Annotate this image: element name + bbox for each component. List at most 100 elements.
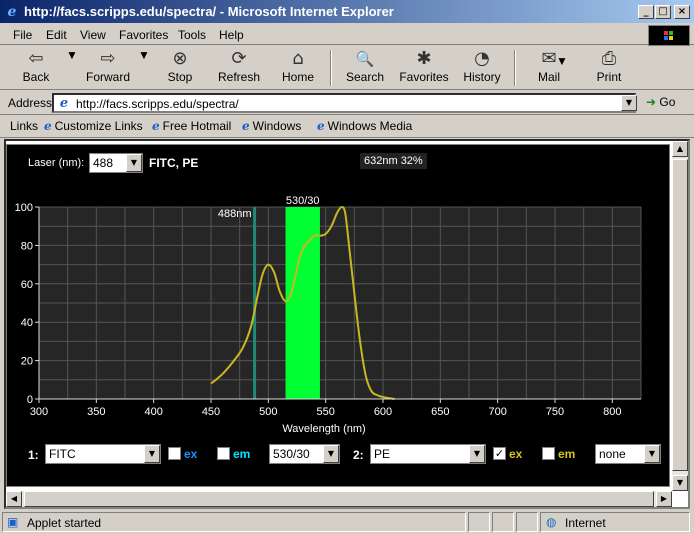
maximize-button[interactable]: □ [655, 5, 671, 19]
address-label: Address [8, 96, 53, 110]
status-pane [468, 512, 490, 532]
scroll-right-icon[interactable]: ▶ [656, 491, 672, 507]
go-button[interactable]: ➜ Go [646, 95, 675, 109]
vertical-scrollbar[interactable]: ▲ ▼ [672, 141, 688, 491]
toolbar: ⇦ Back ▼ ⇨ Forward ▼ ⊗ Stop ⟳ Refresh ⌂ … [0, 46, 694, 90]
stop-icon: ⊗ [172, 48, 188, 69]
chevron-down-icon[interactable]: ▼ [144, 445, 160, 463]
x-tick-label: 500 [259, 406, 277, 418]
chevron-down-icon[interactable]: ▼ [323, 445, 339, 463]
menu-favorites[interactable]: Favorites [119, 28, 168, 42]
slot2-ex-label: ex [509, 447, 523, 461]
links-label: Links [10, 119, 39, 133]
link-page-icon: e [44, 119, 52, 133]
x-tick-label: 550 [316, 406, 334, 418]
forward-button[interactable]: ⇨ Forward [78, 48, 138, 88]
address-input[interactable]: e http://facs.scripps.edu/spectra/ [52, 93, 636, 113]
toolbar-separator [514, 50, 516, 86]
mail-button[interactable]: ✉ Mail [519, 48, 579, 88]
stop-button[interactable]: ⊗ Stop [150, 48, 210, 88]
slot1-ex-checkbox[interactable] [168, 447, 181, 460]
status-text: Applet started [27, 516, 102, 530]
home-button[interactable]: ⌂ Home [268, 48, 328, 88]
y-tick-label: 80 [21, 240, 33, 252]
link-page-icon: e [152, 119, 160, 133]
back-dropdown-icon[interactable]: ▼ [66, 48, 78, 88]
zone-pane: ◍ Internet [540, 512, 690, 532]
address-dropdown-icon[interactable]: ▼ [621, 95, 637, 111]
slot2-dye-value: PE [374, 447, 391, 461]
horizontal-scrollbar[interactable]: ◀ ▶ [6, 491, 672, 507]
links-bar: Links e Customize Links e Free Hotmail e Wi… [0, 116, 694, 138]
close-button[interactable]: × [674, 5, 690, 19]
back-button[interactable]: ⇦ Back [6, 48, 66, 88]
mail-icon: ✉ [541, 48, 557, 69]
globe-icon: ◍ [546, 515, 557, 529]
favorites-button[interactable]: ✱ Favorites [394, 48, 454, 88]
print-label: Print [596, 70, 622, 84]
slot2-em-label: em [558, 447, 576, 461]
link-windows-media[interactable]: e Windows Media [317, 119, 412, 133]
x-tick-label: 700 [488, 406, 506, 418]
favorites-icon: ✱ [416, 48, 432, 69]
go-arrow-icon: ➜ [646, 95, 657, 109]
refresh-button[interactable]: ⟳ Refresh [209, 48, 269, 88]
spectra-applet: Laser (nm): 488 ▼ FITC, PE 632nm 32% 530… [6, 144, 670, 487]
history-button[interactable]: ◔ History [452, 48, 512, 88]
mail-dropdown-icon[interactable]: ▼ [556, 54, 568, 94]
y-tick-label: 20 [21, 356, 33, 368]
menu-tools[interactable]: Tools [178, 28, 206, 42]
slot1-dye-select[interactable]: FITC ▼ [45, 444, 161, 464]
laser-line-label: 488nm [218, 208, 252, 220]
search-label: Search [345, 70, 385, 84]
vertical-scroll-thumb[interactable] [672, 159, 688, 471]
scroll-up-icon[interactable]: ▲ [672, 141, 688, 157]
link-customize-links[interactable]: e Customize Links [44, 119, 143, 133]
filter1-select[interactable]: 530/30 ▼ [269, 444, 340, 464]
chevron-down-icon[interactable]: ▼ [469, 445, 485, 463]
scroll-down-icon[interactable]: ▼ [672, 475, 688, 491]
chevron-down-icon[interactable]: ▼ [644, 445, 660, 463]
y-tick-label: 40 [21, 317, 33, 329]
filter-band-label: 530/30 [286, 195, 320, 207]
back-arrow-icon: ⇦ [28, 48, 44, 69]
spectra-chart[interactable]: 530/30 488nm 300 350 400 450 500 550 600 650 700… [7, 145, 671, 435]
status-pane [492, 512, 514, 532]
applet-icon: ▣ [7, 515, 19, 529]
forward-dropdown-icon[interactable]: ▼ [138, 48, 150, 88]
scroll-left-icon[interactable]: ◀ [6, 491, 22, 507]
slot1-em-checkbox[interactable] [217, 447, 230, 460]
menu-edit[interactable]: Edit [46, 28, 67, 42]
x-tick-label: 400 [144, 406, 162, 418]
history-label: History [463, 70, 501, 84]
y-tick-label: 0 [27, 394, 33, 406]
y-tick-label: 60 [21, 279, 33, 291]
slot2-em-checkbox[interactable] [542, 447, 555, 460]
favorites-label: Favorites [399, 70, 449, 84]
print-button[interactable]: ⎙ Print [579, 48, 639, 88]
menu-file[interactable]: File [13, 28, 32, 42]
x-tick-label: 450 [202, 406, 220, 418]
address-bar: Address e http://facs.scripps.edu/spectr… [0, 91, 694, 115]
filter2-select[interactable]: none ▼ [595, 444, 661, 464]
slot2-ex-checkbox[interactable]: ✓ [493, 447, 506, 460]
horizontal-scroll-thumb[interactable] [24, 491, 654, 507]
ie-icon: e [7, 4, 17, 20]
search-button[interactable]: 🔍 Search [335, 48, 395, 88]
menu-view[interactable]: View [80, 28, 106, 42]
minimize-button[interactable]: _ [638, 5, 654, 19]
slot1-dye-value: FITC [49, 447, 76, 461]
link-windows[interactable]: e Windows [242, 119, 301, 133]
home-icon: ⌂ [292, 48, 304, 69]
history-icon: ◔ [474, 48, 490, 69]
link-free-hotmail[interactable]: e Free Hotmail [152, 119, 231, 133]
chart-grid [38, 206, 642, 400]
page-icon: e [59, 96, 69, 111]
slot2-dye-select[interactable]: PE ▼ [370, 444, 486, 464]
x-tick-label: 800 [603, 406, 621, 418]
refresh-icon: ⟳ [231, 48, 247, 69]
menu-help[interactable]: Help [219, 28, 244, 42]
link-text: Free Hotmail [162, 119, 232, 133]
mail-label: Mail [537, 70, 560, 84]
windows-flag-icon [664, 31, 673, 40]
